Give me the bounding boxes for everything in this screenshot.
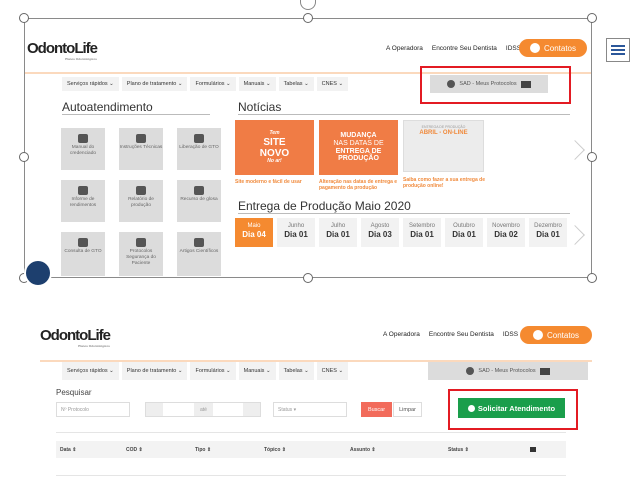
- day-dezembro: Dezembro Dia 01: [529, 218, 567, 247]
- col-status[interactable]: Status ⇕: [448, 447, 530, 453]
- col-data[interactable]: Data ⇕: [56, 447, 126, 453]
- book-icon: [136, 134, 146, 143]
- limpar-button[interactable]: Limpar: [393, 402, 422, 417]
- nav-cnes[interactable]: CNES ⌄: [316, 77, 349, 91]
- nav-tabelas[interactable]: Tabelas ⌄: [278, 77, 314, 91]
- day-novembro: Novembro Dia 02: [487, 218, 525, 247]
- calendar-icon[interactable]: [243, 403, 260, 416]
- entrega-title: Entrega de Produção Maio 2020: [238, 199, 570, 214]
- envelope-icon: [530, 447, 536, 452]
- link-dentista[interactable]: Encontre Seu Dentista: [429, 331, 494, 338]
- contatos-button[interactable]: Contatos: [520, 326, 592, 344]
- resize-handle[interactable]: [587, 152, 597, 162]
- resize-handle[interactable]: [303, 273, 313, 283]
- news-image-3[interactable]: ENTREGA DE PRODUÇÃO ABRIL - ON-LINE: [403, 120, 484, 172]
- tile-liberacao[interactable]: Liberação de GTO: [177, 128, 221, 170]
- ate-label: até: [194, 403, 213, 416]
- nav-plano[interactable]: Plano de tratamento ⌄: [121, 77, 188, 91]
- col-topico[interactable]: Tópico ⇕: [264, 447, 350, 453]
- logo: OdontoLife Planos Odontológicos: [27, 40, 98, 61]
- col-assunto[interactable]: Assunto ⇕: [350, 447, 448, 453]
- accessibility-icon[interactable]: [24, 259, 52, 287]
- contatos-button[interactable]: Contatos: [519, 39, 587, 57]
- highlight-box: [448, 389, 578, 430]
- nav-servicos[interactable]: Serviços rápidos ⌄: [62, 77, 119, 91]
- day-julho: Julho Dia 01: [319, 218, 357, 247]
- status-select[interactable]: Status ▾: [273, 402, 347, 417]
- day-maio: Maio Dia 04: [235, 218, 273, 247]
- document-search-icon: [78, 238, 88, 247]
- money-bag-icon: [78, 186, 88, 195]
- col-tipo[interactable]: Tipo ⇕: [195, 447, 264, 453]
- calendar-icon[interactable]: [146, 403, 163, 416]
- nav-cnes[interactable]: CNES ⌄: [316, 362, 349, 380]
- tile-informe[interactable]: Informe de rendimentos: [61, 180, 105, 222]
- coin-icon: [194, 186, 204, 195]
- resize-handle[interactable]: [19, 13, 29, 23]
- resize-handle[interactable]: [19, 152, 29, 162]
- monitor-icon: [194, 134, 204, 143]
- rotate-handle-icon[interactable]: [300, 0, 316, 10]
- date-from-input[interactable]: [162, 403, 195, 416]
- col-cod[interactable]: COD ⇕: [126, 447, 195, 453]
- link-dentista[interactable]: Encontre Seu Dentista: [432, 45, 497, 52]
- report-icon: [136, 186, 146, 195]
- resize-handle[interactable]: [587, 273, 597, 283]
- nav-manuais[interactable]: Manuais ⌄: [238, 362, 276, 380]
- resize-handle[interactable]: [587, 13, 597, 23]
- link-operadora[interactable]: A Operadora: [383, 331, 420, 338]
- news-image-1[interactable]: Tem SITE NOVO No ar!: [235, 120, 314, 175]
- tile-manual[interactable]: Manual do credenciado: [61, 128, 105, 170]
- tile-instrucoes[interactable]: Instruções Técnicas: [119, 128, 163, 170]
- tile-protocolos[interactable]: Protocolos Segurança do Paciente: [119, 232, 163, 276]
- link-idss[interactable]: IDSS: [503, 331, 518, 338]
- headset-icon: [529, 43, 540, 53]
- nav-formularios[interactable]: Formulários ⌄: [190, 362, 236, 380]
- day-junho: Junho Dia 01: [277, 218, 315, 247]
- buscar-button[interactable]: Buscar: [361, 402, 392, 417]
- news-caption-3[interactable]: Saiba como fazer a sua entrega de produç…: [403, 177, 485, 189]
- logo: OdontoLife Planos Odontológicos: [40, 327, 111, 348]
- link-operadora[interactable]: A Operadora: [386, 45, 423, 52]
- tile-artigos[interactable]: Artigos Científicos: [177, 232, 221, 276]
- tile-consulta[interactable]: Consulta de GTO: [61, 232, 105, 276]
- person-icon: [78, 134, 88, 143]
- sad-protocolos-button[interactable]: SAD - Meus Protocolos: [428, 362, 588, 380]
- noticias-title: Notícias: [238, 100, 570, 115]
- nav-formularios[interactable]: Formulários ⌄: [190, 77, 236, 91]
- avatar-icon: [466, 367, 475, 375]
- date-to-input[interactable]: [212, 403, 244, 416]
- search-label: Pesquisar: [56, 388, 92, 397]
- protocol-input[interactable]: Nº Protocolo: [56, 402, 130, 417]
- nav-servicos[interactable]: Serviços rápidos ⌄: [62, 362, 119, 380]
- layout-options-icon[interactable]: [606, 38, 630, 62]
- tile-relatorio[interactable]: Relatório de produção: [119, 180, 163, 222]
- highlight-box: [420, 66, 571, 104]
- autoatendimento-title: Autoatendimento: [62, 100, 210, 115]
- document-edit-icon: [136, 238, 146, 247]
- table-header: Data ⇕ COD ⇕ Tipo ⇕ Tópico ⇕ Assunto ⇕ S…: [56, 441, 566, 458]
- nav-plano[interactable]: Plano de tratamento ⌄: [121, 362, 188, 380]
- news-caption-2[interactable]: Alteração nas datas de entrega e pagamen…: [319, 179, 399, 191]
- tile-recurso[interactable]: Recurso de glosa: [177, 180, 221, 222]
- news-caption-1[interactable]: Site moderno e fácil de usar: [235, 179, 315, 185]
- nav-manuais[interactable]: Manuais ⌄: [238, 77, 276, 91]
- day-setembro: Setembro Dia 01: [403, 218, 441, 247]
- day-outubro: Outubro Dia 01: [445, 218, 483, 247]
- document-search-icon: [194, 238, 204, 247]
- nav-tabelas[interactable]: Tabelas ⌄: [278, 362, 314, 380]
- envelope-icon: [539, 367, 550, 375]
- delivery-dates: Maio Dia 04 Junho Dia 01 Julho Dia 01 Agost…: [235, 218, 567, 247]
- resize-handle[interactable]: [303, 13, 313, 23]
- news-image-2[interactable]: MUDANÇA NAS DATAS DE ENTREGA DE PRODUÇÃO: [319, 120, 398, 175]
- day-agosto: Agosto Dia 03: [361, 218, 399, 247]
- headset-icon: [532, 330, 543, 340]
